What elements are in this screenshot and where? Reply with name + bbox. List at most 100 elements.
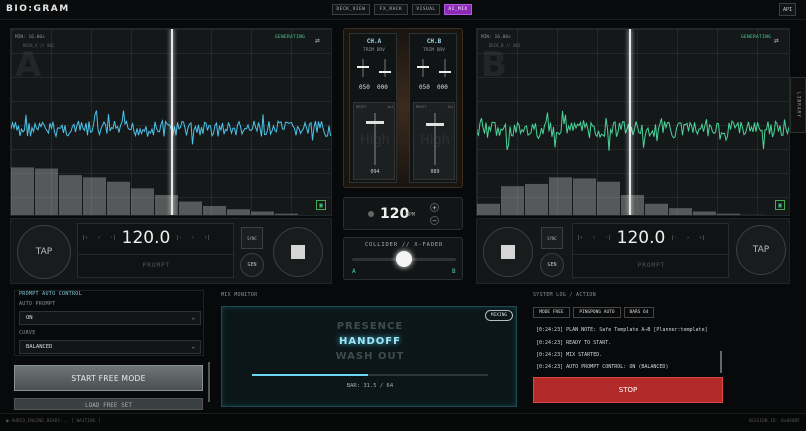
spectrum-bar bbox=[275, 213, 298, 215]
nudge-fwd-icon[interactable]: › bbox=[681, 235, 695, 241]
deck-a-display[interactable]: A MIN: 16.00s DECK_A // 002 GENERATING ⇄… bbox=[10, 28, 332, 216]
api-button[interactable]: API bbox=[779, 3, 796, 16]
gen-button[interactable]: GEN bbox=[540, 253, 564, 277]
channel-a-strip: CH.A TRIM DRV 050 000 RESETALL High 094 bbox=[349, 33, 397, 183]
tap-button[interactable]: TAP bbox=[736, 225, 786, 275]
bars-tag[interactable]: BARS 64 bbox=[624, 307, 654, 318]
deck-b-waveform bbox=[477, 110, 789, 151]
curve-select[interactable]: BALANCED ⌄ bbox=[19, 340, 201, 354]
nudge-start-icon[interactable]: |‹ bbox=[573, 235, 587, 241]
drive-value: 000 bbox=[437, 84, 448, 91]
mix-monitor-title: MIX MONITOR bbox=[221, 292, 258, 298]
gen-button[interactable]: GEN bbox=[240, 253, 264, 277]
engine-status: ● AUDIO_ENGINE_READY... [ WAITING ] bbox=[6, 419, 101, 424]
deck-min-duration: MIN: 16.00s bbox=[481, 35, 511, 40]
fader-all-label[interactable]: ALL bbox=[448, 105, 454, 109]
nudge-fwd-icon[interactable]: › bbox=[186, 235, 200, 241]
load-free-set-button[interactable]: LOAD FREE SET bbox=[14, 398, 203, 410]
spectrum-bar bbox=[179, 201, 202, 215]
spectrum-bar bbox=[741, 214, 764, 215]
spectrum-bar bbox=[477, 203, 500, 215]
deck-letter: B bbox=[481, 45, 507, 85]
playhead[interactable] bbox=[629, 29, 631, 215]
start-free-mode-button[interactable]: START FREE MODE bbox=[14, 365, 203, 391]
stop-play-button[interactable] bbox=[483, 227, 533, 277]
prompt-input[interactable]: PROMPT bbox=[573, 254, 730, 276]
save-icon[interactable]: ▣ bbox=[775, 200, 785, 210]
save-icon[interactable]: ▣ bbox=[316, 200, 326, 210]
deck-status: GENERATING bbox=[275, 35, 306, 40]
nudge-fine-back-icon[interactable]: ·| bbox=[106, 235, 120, 241]
session-id: SESSION_ID: 0x0A0DF bbox=[748, 419, 800, 424]
tempo-panel: |‹ ‹ ·| 120.0 |· › ›| PROMPT bbox=[572, 223, 730, 278]
channel-fader[interactable]: RESETALL High 094 bbox=[353, 102, 395, 180]
top-bar: BIO:GRAM DECK_VIEW FX_RACK VISUAL AI_MIX… bbox=[0, 0, 806, 20]
loop-icon[interactable]: ⇄ bbox=[315, 36, 320, 45]
nudge-end-icon[interactable]: ›| bbox=[695, 235, 709, 241]
spectrum-bar bbox=[131, 188, 154, 215]
deck-b-display[interactable]: B MIN: 16.00s DECK_B // 002 GENERATING ⇄… bbox=[476, 28, 790, 216]
tab-ai-mix[interactable]: AI_MIX bbox=[444, 4, 472, 15]
sync-button[interactable]: SYNC bbox=[541, 227, 563, 249]
stop-button[interactable]: STOP bbox=[533, 377, 723, 403]
nudge-back-icon[interactable]: ‹ bbox=[587, 235, 601, 241]
system-log-title: SYSTEM LOG / ACTION bbox=[533, 292, 596, 298]
fader-reset-label[interactable]: RESET bbox=[416, 105, 427, 109]
auto-prompt-select[interactable]: ON ⌄ bbox=[19, 311, 201, 325]
tap-button[interactable]: TAP bbox=[17, 225, 71, 279]
bpm-increase-button[interactable]: + bbox=[430, 203, 439, 212]
prompt-input[interactable]: PROMPT bbox=[78, 254, 235, 276]
crossfader-a-label: A bbox=[352, 268, 356, 275]
square-icon bbox=[291, 245, 305, 259]
nudge-fine-back-icon[interactable]: ·| bbox=[601, 235, 615, 241]
crossfader-panel: COLLIDER // X-FADER A B bbox=[343, 237, 463, 280]
nudge-fine-fwd-icon[interactable]: |· bbox=[667, 235, 681, 241]
spectrum-bar bbox=[525, 183, 548, 215]
crossfader-b-label: B bbox=[452, 268, 456, 275]
tab-deck-view[interactable]: DECK_VIEW bbox=[332, 4, 370, 15]
prompt-auto-title: PROMPT AUTO CONTROL bbox=[19, 291, 82, 297]
fader-cap[interactable] bbox=[366, 120, 384, 124]
loop-icon[interactable]: ⇄ bbox=[774, 36, 779, 45]
spectrum-bar bbox=[573, 178, 596, 215]
log-line: [0:24:23] PLAN NOTE: Safe Template A→B [… bbox=[536, 327, 708, 333]
log-scrollbar[interactable] bbox=[720, 351, 722, 373]
fader-all-label[interactable]: ALL bbox=[388, 105, 394, 109]
library-tab[interactable]: LIBRARY bbox=[790, 77, 806, 133]
crossfader-knob[interactable] bbox=[396, 251, 412, 267]
mixing-badge: MIXING bbox=[485, 310, 513, 321]
fader-value: 089 bbox=[430, 169, 440, 175]
log-line: [0:24:23] MIX STARTED. bbox=[536, 352, 603, 358]
trim-value: 050 bbox=[419, 84, 430, 91]
nudge-start-icon[interactable]: |‹ bbox=[78, 235, 92, 241]
deck-b-spectrum bbox=[477, 177, 764, 215]
trim-drive-sliders[interactable] bbox=[354, 57, 394, 79]
nudge-end-icon[interactable]: ›| bbox=[200, 235, 214, 241]
sync-button[interactable]: SYNC bbox=[241, 227, 263, 249]
phase-handoff: HANDOFF bbox=[339, 336, 401, 347]
fader-cap[interactable] bbox=[426, 123, 444, 127]
fader-reset-label[interactable]: RESET bbox=[356, 105, 367, 109]
nudge-fine-fwd-icon[interactable]: |· bbox=[172, 235, 186, 241]
bpm-value: 120 bbox=[380, 206, 410, 222]
spectrum-bar bbox=[251, 211, 274, 215]
spectrum-bar bbox=[155, 194, 178, 215]
bpm-decrease-button[interactable]: − bbox=[430, 216, 439, 225]
tab-visual[interactable]: VISUAL bbox=[412, 4, 440, 15]
stop-play-button[interactable] bbox=[273, 227, 323, 277]
waveform-line bbox=[477, 110, 789, 151]
pingpong-tag[interactable]: PINGPONG AUTO bbox=[573, 307, 621, 318]
mode-tag[interactable]: MODE FREE bbox=[533, 307, 570, 318]
channel-fader[interactable]: RESETALL High 089 bbox=[413, 102, 455, 180]
mixer-panel: CH.A TRIM DRV 050 000 RESETALL High 094 … bbox=[343, 28, 463, 188]
spectrum-bar bbox=[11, 167, 34, 215]
tab-fx-rack[interactable]: FX_RACK bbox=[374, 4, 408, 15]
app-logo: BIO:GRAM bbox=[6, 4, 70, 14]
nudge-back-icon[interactable]: ‹ bbox=[92, 235, 106, 241]
tempo-value: 120.0 bbox=[121, 228, 171, 248]
playhead[interactable] bbox=[171, 29, 173, 215]
spectrum-bar bbox=[645, 203, 668, 215]
bpm-unit: BPM bbox=[406, 212, 416, 218]
scrollbar[interactable] bbox=[208, 362, 210, 402]
trim-drive-sliders[interactable] bbox=[414, 57, 454, 79]
